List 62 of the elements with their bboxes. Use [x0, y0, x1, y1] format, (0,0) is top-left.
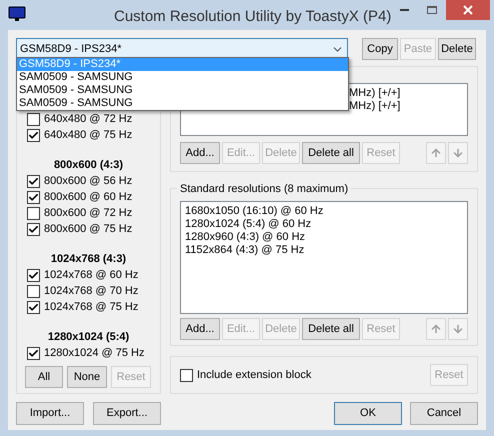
check-icon: [28, 348, 39, 358]
list-item[interactable]: 1680x1050 (16:10) @ 60 Hz: [185, 205, 467, 218]
resolution-label: 1024x768 @ 75 Hz: [44, 300, 138, 315]
check-icon: [28, 270, 39, 280]
checkbox[interactable]: [27, 128, 40, 142]
button[interactable]: Delete all: [302, 318, 360, 340]
checkbox[interactable]: [27, 190, 40, 204]
check-icon: [28, 176, 39, 186]
button[interactable]: OK: [334, 402, 402, 425]
checkbox[interactable]: [27, 284, 40, 298]
button[interactable]: Add...: [180, 142, 220, 164]
arrow-up-icon: [430, 147, 442, 159]
checkbox[interactable]: [27, 222, 40, 236]
button[interactable]: Delete all: [302, 142, 360, 164]
button[interactable]: Export...: [93, 402, 161, 425]
resolution-label: 1024x768 @ 60 Hz: [44, 268, 138, 283]
list-item[interactable]: MHz) [+/+]: [349, 87, 467, 100]
checkbox[interactable]: [27, 112, 40, 126]
dropdown-option[interactable]: SAM0509 - SAMSUNG: [17, 71, 348, 84]
list-item[interactable]: MHz) [+/+]: [349, 100, 467, 113]
list-item[interactable]: 1280x1024 (5:4) @ 60 Hz: [185, 218, 467, 231]
button[interactable]: All: [25, 366, 63, 388]
check-icon: [28, 302, 39, 312]
checkbox[interactable]: [27, 346, 40, 360]
group-label: Standard resolutions (8 maximum): [177, 181, 352, 198]
checkbox[interactable]: [27, 174, 40, 188]
resolution-label: 640x480 @ 75 Hz: [44, 128, 132, 143]
resolution-label: 800x600 @ 56 Hz: [44, 174, 132, 189]
check-icon: [28, 192, 39, 202]
check-icon: [28, 224, 39, 234]
button[interactable]: Import...: [16, 402, 84, 425]
button[interactable]: Cancel: [410, 402, 478, 425]
button[interactable]: None: [67, 366, 107, 388]
group-heading: 1280x1024 (5:4): [46, 330, 130, 345]
resolution-label: 800x600 @ 75 Hz: [44, 222, 132, 237]
window-title: Custom Resolution Utility by ToastyX (P4): [114, 7, 392, 27]
resolution-label: 800x600 @ 60 Hz: [44, 190, 132, 205]
close-icon: [463, 5, 473, 15]
checkbox[interactable]: [27, 268, 40, 282]
check-icon: [28, 130, 39, 140]
dropdown-option[interactable]: SAM0509 - SAMSUNG: [17, 84, 348, 97]
button[interactable]: Delete: [438, 38, 476, 60]
checkbox[interactable]: [27, 300, 40, 314]
arrow-down-icon: [452, 147, 464, 159]
group-heading: 1024x768 (4:3): [50, 252, 128, 267]
dropdown-option[interactable]: SAM0509 - SAMSUNG: [17, 97, 348, 110]
resolution-label: 800x600 @ 72 Hz: [44, 206, 132, 221]
button[interactable]: Copy: [362, 38, 398, 60]
resolution-label: 640x480 @ 72 Hz: [44, 112, 132, 127]
arrow-down-icon: [452, 323, 464, 335]
group-heading: 800x600 (4:3): [52, 158, 124, 173]
list-item[interactable]: 1280x960 (4:3) @ 60 Hz: [185, 231, 467, 244]
list-item[interactable]: 1152x864 (4:3) @ 75 Hz: [185, 244, 467, 257]
extension-label: Include extension block: [197, 368, 312, 383]
monitor-icon: [8, 6, 26, 22]
button[interactable]: Add...: [180, 318, 220, 340]
arrow-up-icon: [430, 323, 442, 335]
checkbox[interactable]: [180, 368, 193, 382]
checkbox[interactable]: [27, 206, 40, 220]
resolution-label: 1024x768 @ 70 Hz: [44, 284, 138, 299]
close-button[interactable]: [446, 0, 490, 20]
resolution-label: 1280x1024 @ 75 Hz: [44, 346, 144, 361]
